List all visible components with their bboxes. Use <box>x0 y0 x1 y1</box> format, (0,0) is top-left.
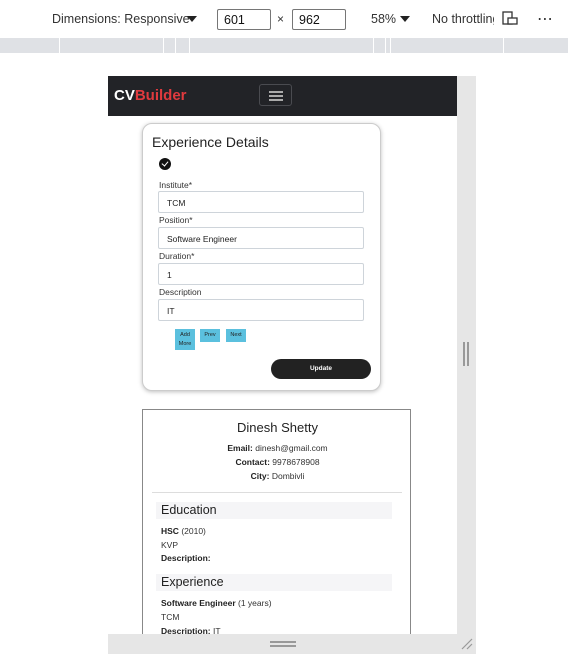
prev-button[interactable]: Prev <box>200 329 220 342</box>
chevron-down-icon[interactable] <box>187 16 197 22</box>
update-button[interactable]: Update <box>271 359 371 379</box>
add-more-button[interactable]: Add More <box>175 329 195 350</box>
height-input[interactable] <box>292 9 346 30</box>
resize-handle-bottom[interactable] <box>270 641 296 647</box>
preview-name: Dinesh Shetty <box>237 420 318 435</box>
media-query-ruler[interactable] <box>0 38 568 53</box>
description-label: Description <box>159 287 202 297</box>
zoom-dropdown[interactable]: 58% <box>371 12 396 26</box>
institute-label: Institute* <box>159 180 193 190</box>
education-heading: Education <box>156 502 392 519</box>
times-separator: × <box>277 12 285 26</box>
duration-input[interactable]: 1 <box>158 263 364 285</box>
preview-email: Email: dinesh@gmail.com <box>227 443 328 453</box>
dimensions-dropdown[interactable]: Dimensions: Responsive <box>52 12 190 26</box>
education-description: Description: <box>161 553 211 563</box>
hamburger-menu-icon[interactable] <box>259 84 292 106</box>
experience-institute: TCM <box>161 612 180 622</box>
divider <box>152 492 402 493</box>
width-input[interactable] <box>217 9 271 30</box>
education-institute: KVP <box>161 540 179 550</box>
preview-city: City: Dombivli <box>250 471 305 481</box>
brand-logo[interactable]: CVBuilder <box>114 87 187 104</box>
resize-corner-icon[interactable] <box>460 637 474 651</box>
position-label: Position* <box>159 215 193 225</box>
experience-form-card: Experience Details Institute* TCM Positi… <box>142 123 381 391</box>
devtools-toolbar: Dimensions: Responsive × 58% No throttli… <box>0 0 568 38</box>
cv-preview: Dinesh Shetty Email: dinesh@gmail.com Co… <box>142 409 411 634</box>
duration-label: Duration* <box>159 251 195 261</box>
experience-heading: Experience <box>156 574 392 591</box>
position-input[interactable]: Software Engineer <box>158 227 364 249</box>
throttle-dropdown[interactable]: No throttling <box>432 12 494 26</box>
navbar: CVBuilder <box>108 76 457 116</box>
rotate-icon[interactable] <box>502 10 518 26</box>
experience-description: Description: IT <box>161 626 221 634</box>
chevron-down-icon[interactable] <box>400 16 410 22</box>
experience-position: Software Engineer (1 years) <box>161 598 272 608</box>
resize-handle-right[interactable] <box>463 342 469 366</box>
institute-input[interactable]: TCM <box>158 191 364 213</box>
check-circle-icon <box>159 158 171 170</box>
description-input[interactable]: IT <box>158 299 364 321</box>
preview-contact: Contact: 9978678908 <box>235 457 320 467</box>
education-degree: HSC (2010) <box>161 526 206 536</box>
next-button[interactable]: Next <box>226 329 246 342</box>
more-options-icon[interactable]: ⋯ <box>537 9 554 29</box>
form-title: Experience Details <box>152 134 269 150</box>
emulated-page: CVBuilder Experience Details Institute* … <box>108 76 457 634</box>
